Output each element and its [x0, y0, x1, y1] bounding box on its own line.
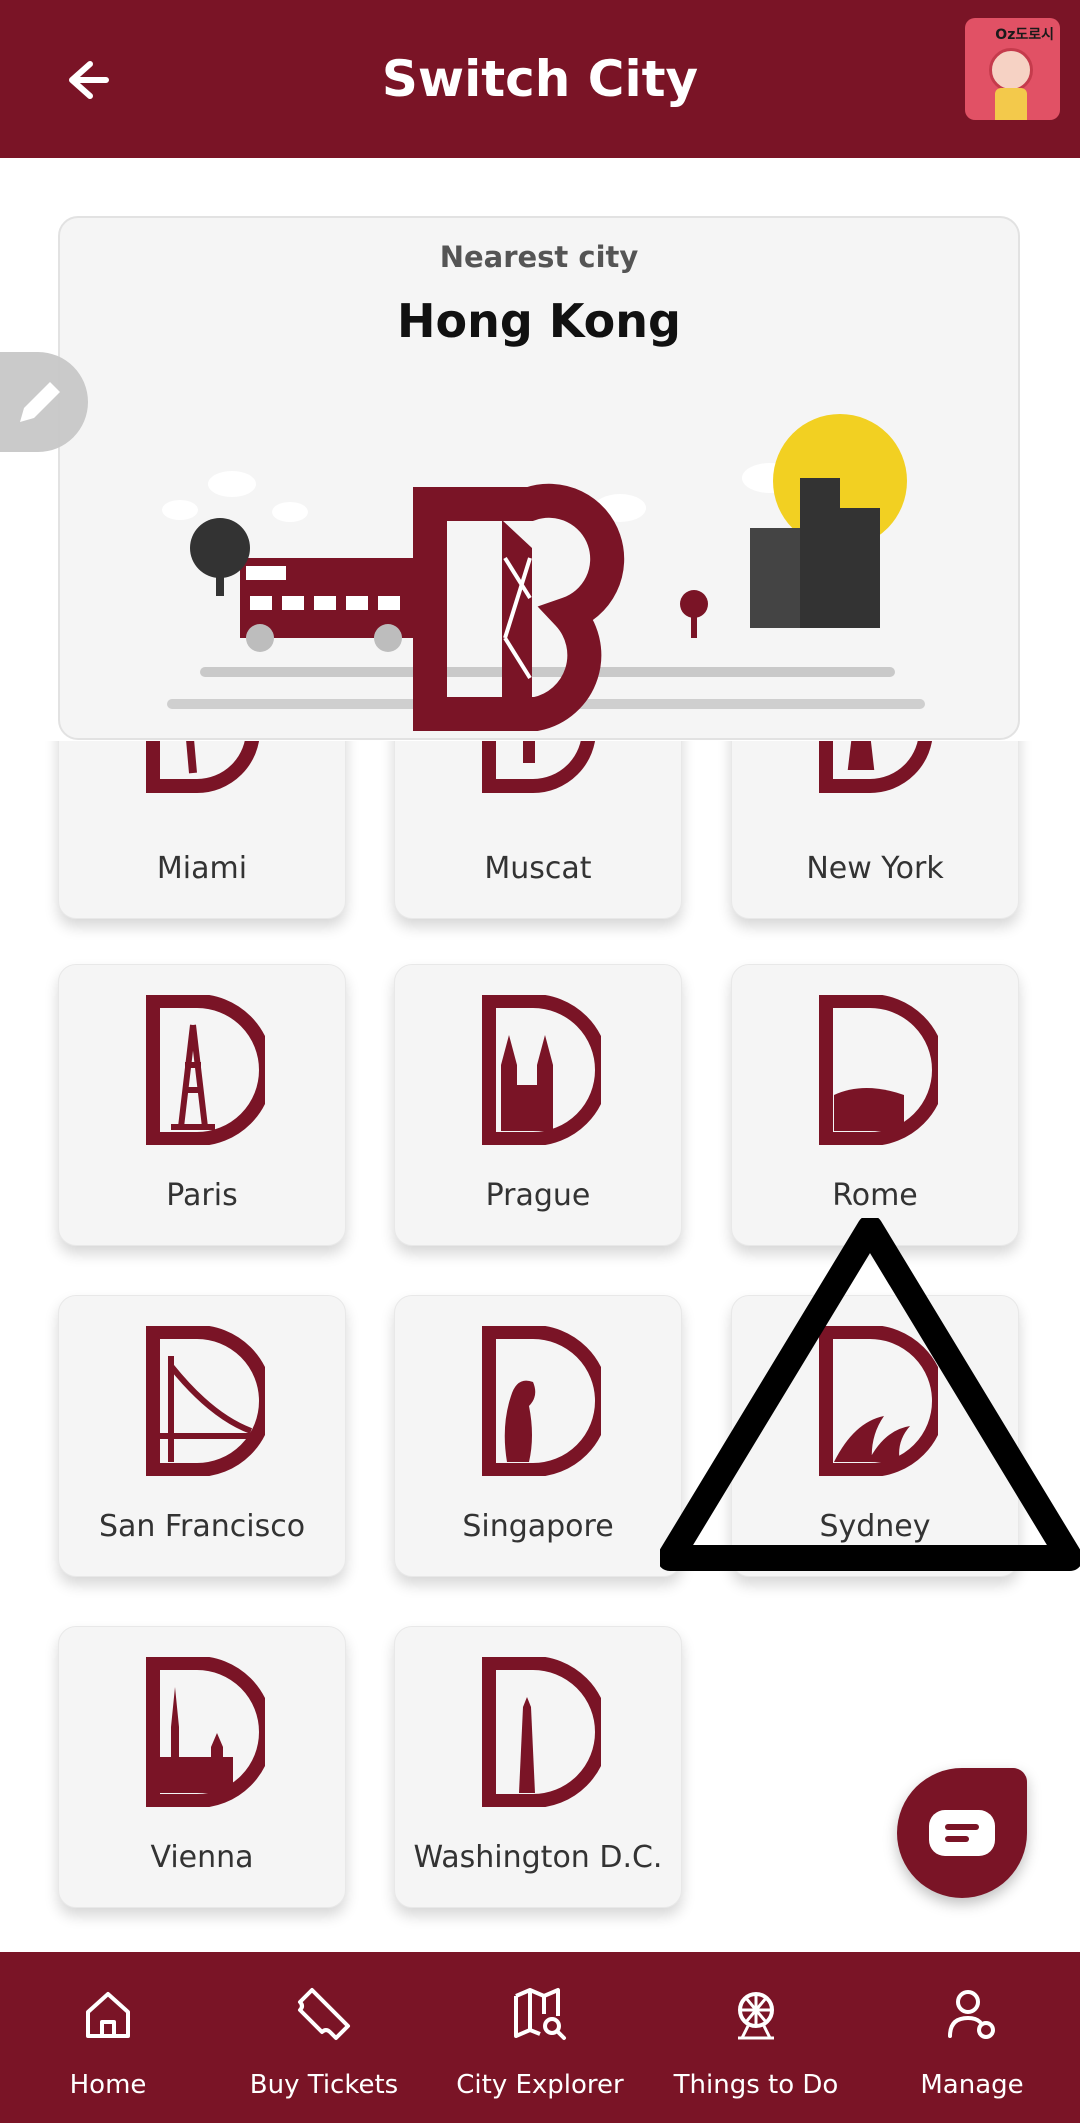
nearest-city-name: Hong Kong	[397, 294, 681, 348]
city-name: Vienna	[150, 1840, 254, 1875]
nav-label: Things to Do	[673, 2070, 839, 2100]
nav-home[interactable]: Home	[0, 1952, 216, 2123]
city-name: Miami	[156, 851, 248, 886]
eiffel-tower-icon	[146, 995, 265, 1145]
city-tile-prague[interactable]: Prague	[394, 964, 682, 1246]
nav-label: Home	[69, 2070, 147, 2100]
city-name: Singapore	[462, 1509, 614, 1544]
avatar-body	[995, 88, 1027, 120]
city-name: Paris	[166, 1178, 238, 1213]
nav-label: City Explorer	[456, 2070, 624, 2100]
nav-city-explorer[interactable]: City Explorer	[432, 1952, 648, 2123]
city-tile-rome[interactable]: Rome	[731, 964, 1019, 1246]
warning-triangle-icon	[660, 1218, 1080, 1571]
colosseum-icon	[819, 995, 938, 1145]
ticket-icon	[298, 1988, 350, 2040]
prague-church-icon	[482, 995, 601, 1145]
nearest-city-label: Nearest city	[439, 240, 639, 274]
nav-label: Manage	[920, 2070, 1024, 2100]
chat-bubble-icon	[929, 1810, 995, 1856]
ferris-wheel-icon	[738, 1992, 774, 2040]
city-name: Washington D.C.	[413, 1840, 663, 1875]
city-tile-paris[interactable]: Paris	[58, 964, 346, 1246]
map-search-icon	[514, 1988, 566, 2040]
nav-manage[interactable]: Manage	[864, 1952, 1080, 2123]
golden-gate-bridge-icon	[146, 1326, 265, 1476]
home-icon	[86, 1992, 130, 2038]
avatar-badge-text: Oz도로시	[995, 27, 1054, 43]
city-tile-san-francisco[interactable]: San Francisco	[58, 1295, 346, 1577]
app-header: Switch City Oz도로시	[0, 0, 1080, 158]
city-name: Prague	[485, 1178, 591, 1213]
pencil-icon	[20, 382, 60, 422]
city-tile-singapore[interactable]: Singapore	[394, 1295, 682, 1577]
vienna-cathedral-icon	[146, 1657, 265, 1807]
chat-button[interactable]	[897, 1768, 1027, 1898]
page-title: Switch City	[381, 50, 699, 108]
city-name: Rome	[832, 1178, 918, 1213]
city-tile-washington-dc[interactable]: Washington D.C.	[394, 1626, 682, 1908]
nav-things-to-do[interactable]: Things to Do	[648, 1952, 864, 2123]
city-name: New York	[806, 851, 944, 886]
nearest-city-card[interactable]: Nearest city Hong Kong	[58, 216, 1020, 740]
merlion-icon	[482, 1326, 601, 1476]
city-tile-vienna[interactable]: Vienna	[58, 1626, 346, 1908]
city-name: San Francisco	[98, 1509, 306, 1544]
avatar-face	[989, 48, 1033, 92]
bottom-navigation: Home Buy Tickets City Explorer Things to…	[0, 1952, 1080, 2123]
hong-kong-illustration	[162, 414, 925, 731]
city-name: Muscat	[484, 851, 592, 886]
nav-buy-tickets[interactable]: Buy Tickets	[216, 1952, 432, 2123]
user-settings-icon	[948, 1990, 995, 2039]
avatar[interactable]: Oz도로시	[965, 18, 1060, 120]
washington-monument-icon	[482, 1657, 601, 1807]
nav-label: Buy Tickets	[249, 2070, 399, 2100]
